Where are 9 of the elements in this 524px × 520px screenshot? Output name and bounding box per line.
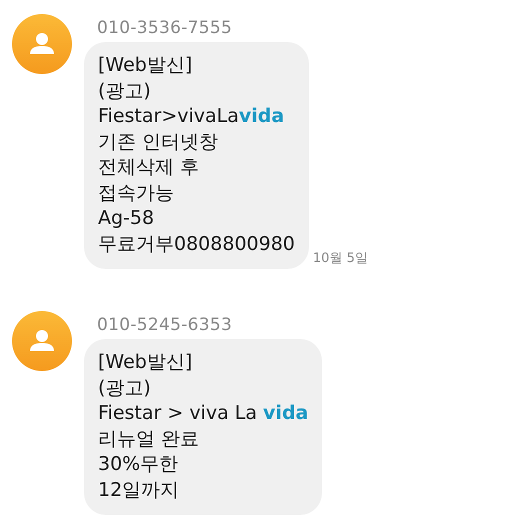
sender-number: 010-3536-7555 xyxy=(97,18,234,38)
avatar-icon[interactable] xyxy=(12,311,72,371)
link[interactable]: vida xyxy=(263,402,308,424)
link[interactable]: vida xyxy=(238,105,284,127)
avatar-icon[interactable] xyxy=(12,14,72,74)
message-time: 10월 5일 xyxy=(312,250,368,267)
sender-number: 010-5245-6353 xyxy=(97,315,234,335)
message-text: [Web발신] (광고) Fiestar > viva La vida 리뉴얼 완료 30%무한 12일까지 xyxy=(98,350,308,502)
message-text: [Web발신] (광고) Fiestar>vivaLavida 기존 인터넷창 전체삭제 후 접속가능 Ag-58 무료거부0808800980 xyxy=(98,53,295,256)
